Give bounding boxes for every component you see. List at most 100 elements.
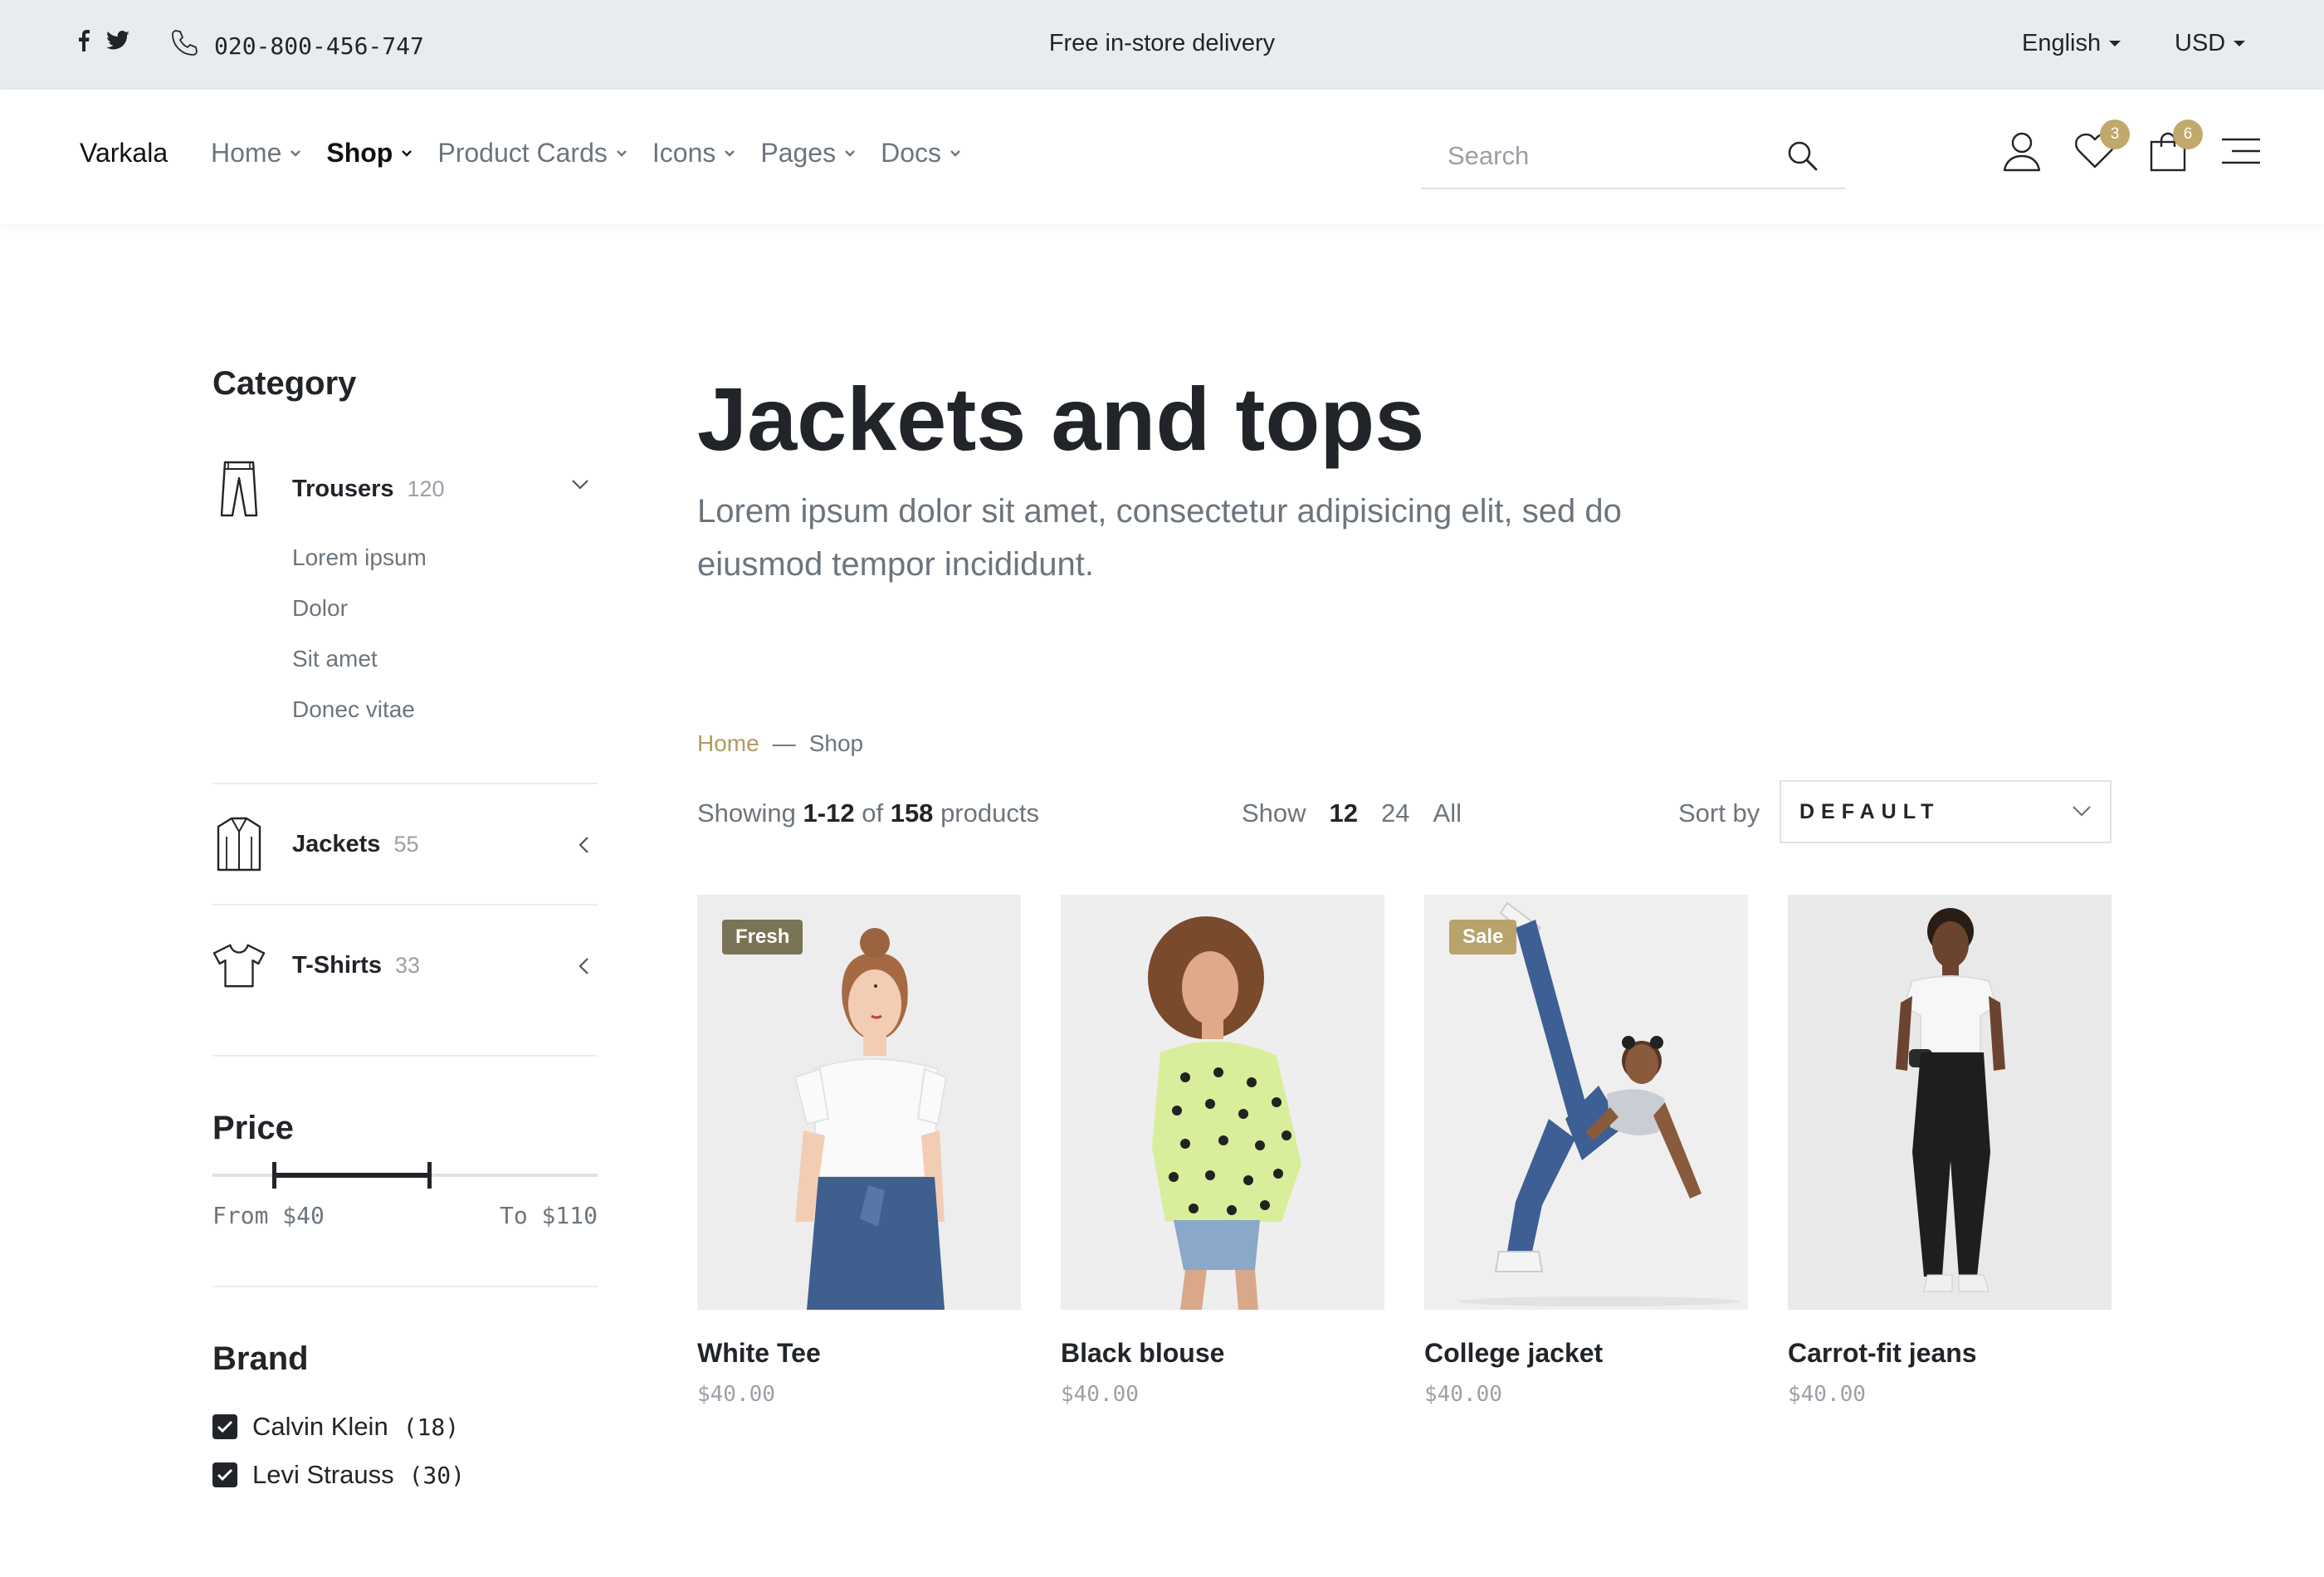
nav-item-docs[interactable]: Docs [881, 138, 961, 168]
product-tag: Sale [1449, 920, 1517, 954]
category-jackets[interactable]: Jackets 55 [212, 817, 598, 872]
product-image[interactable] [1788, 895, 2112, 1310]
subcategory-item[interactable]: Donec vitae [292, 684, 598, 735]
product-card[interactable]: Carrot-fit jeans $40.00 [1788, 895, 2112, 1407]
brand-filter-levi-strauss[interactable]: Levi Strauss (30) [212, 1451, 598, 1499]
nav-label: Home [211, 138, 282, 168]
checkbox-checked[interactable] [212, 1462, 237, 1487]
subcategory-item[interactable]: Sit amet [292, 633, 598, 684]
hamburger-menu-icon [2220, 136, 2262, 170]
sort-label: Sort by [1678, 798, 1760, 828]
brand-count: (30) [408, 1461, 466, 1489]
chevron-down-icon [290, 149, 301, 157]
slider-handle-max[interactable] [427, 1162, 432, 1189]
caret-down-icon [2234, 41, 2246, 46]
main-nav: Home Shop Product Cards Icons Pages Docs [211, 138, 961, 168]
user-account-button[interactable] [2000, 131, 2043, 174]
product-image[interactable]: Sale [1424, 895, 1748, 1310]
phone-contact[interactable]: 020-800-456-747 [169, 28, 424, 64]
checkbox-checked[interactable] [212, 1414, 237, 1439]
show-label: Show [1242, 798, 1306, 828]
tshirt-icon [212, 942, 266, 989]
product-name[interactable]: Carrot-fit jeans [1788, 1338, 2112, 1369]
product-image[interactable] [1061, 895, 1384, 1310]
subcategory-item[interactable]: Dolor [292, 583, 598, 633]
price-from: From $40 [212, 1202, 325, 1229]
page-description: Lorem ipsum dolor sit amet, consectetur … [697, 492, 1622, 583]
show-option-all[interactable]: All [1433, 798, 1462, 828]
product-image[interactable]: Fresh [697, 895, 1021, 1310]
phone-number: 020-800-456-747 [214, 32, 424, 60]
twitter-icon[interactable] [106, 30, 129, 55]
page-size-selector: Show 12 24 All [1242, 798, 1462, 828]
chevron-down-icon [725, 149, 735, 157]
nav-label: Shop [326, 138, 393, 168]
menu-button[interactable] [2219, 131, 2263, 174]
product-price: $40.00 [1788, 1382, 1866, 1407]
brand-count: (18) [403, 1413, 460, 1441]
currency-dropdown[interactable]: USD [2175, 30, 2246, 57]
category-count: 55 [393, 831, 419, 857]
slider-handle-min[interactable] [272, 1162, 276, 1189]
product-card[interactable]: Black blouse $40.00 [1061, 895, 1384, 1407]
chevron-down-icon [845, 149, 855, 157]
nav-label: Pages [760, 138, 837, 168]
brand-logo[interactable]: Varkala [80, 138, 168, 168]
sort-select[interactable]: DEFAULT [1780, 780, 2112, 843]
chevron-down-icon [950, 149, 960, 157]
product-name[interactable]: White Tee [697, 1338, 1021, 1369]
search-input[interactable] [1448, 138, 1780, 174]
subcategory-item[interactable]: Lorem ipsum [292, 532, 598, 583]
breadcrumb-current: Shop [808, 730, 864, 756]
nav-item-icons[interactable]: Icons [652, 138, 735, 168]
social-links [78, 30, 129, 56]
price-labels: From $40 To $110 [212, 1202, 598, 1229]
product-card[interactable]: Sale College jacket $40.00 [1424, 895, 1748, 1407]
wishlist-count-badge: 3 [2100, 120, 2130, 149]
nav-item-pages[interactable]: Pages [760, 138, 856, 168]
category-tshirts[interactable]: T-Shirts 33 [212, 939, 598, 992]
category-name: Trousers [292, 475, 394, 502]
chevron-left-icon[interactable] [578, 957, 589, 979]
cart-count-badge: 6 [2173, 120, 2203, 149]
category-trousers[interactable]: Trousers 120 [212, 447, 598, 530]
brand-heading: Brand [212, 1340, 309, 1377]
show-option-12[interactable]: 12 [1330, 798, 1358, 828]
main-header: Varkala Home Shop Product Cards Icons Pages D… [0, 90, 2324, 224]
product-card[interactable]: Fresh White Tee $40.00 [697, 895, 1021, 1407]
product-name[interactable]: Black blouse [1061, 1338, 1384, 1369]
breadcrumb-home-link[interactable]: Home [697, 730, 759, 757]
breadcrumb-separator: — [772, 730, 796, 756]
search-icon[interactable] [1786, 139, 1819, 177]
trousers-icon [212, 460, 266, 518]
facebook-icon[interactable] [78, 30, 90, 56]
product-price: $40.00 [1424, 1382, 1502, 1407]
category-name: Jackets [292, 830, 381, 857]
nav-label: Product Cards [437, 138, 608, 168]
brand-filter-calvin-klein[interactable]: Calvin Klein (18) [212, 1403, 598, 1451]
product-name[interactable]: College jacket [1424, 1338, 1748, 1369]
chevron-down-icon [617, 149, 627, 157]
chevron-down-icon[interactable] [571, 479, 589, 495]
breadcrumb: Home — Shop [697, 730, 863, 757]
chevron-left-icon[interactable] [578, 836, 589, 858]
sort-value: DEFAULT [1799, 800, 1941, 823]
nav-item-home[interactable]: Home [211, 138, 301, 168]
product-grid: Fresh White Tee $40.00 Black blouse $40.… [697, 895, 2112, 1407]
product-tag: Fresh [722, 920, 803, 954]
cart-button[interactable]: 6 [2146, 120, 2203, 174]
show-option-24[interactable]: 24 [1381, 798, 1409, 828]
user-icon [2002, 130, 2042, 176]
filter-sidebar: Category Trousers 120 Lorem ipsum Dolor … [212, 365, 598, 1499]
price-to: To $110 [499, 1202, 598, 1229]
chevron-down-icon [2072, 805, 2092, 821]
language-dropdown[interactable]: English [2022, 30, 2121, 57]
brand-name: Calvin Klein [252, 1412, 388, 1441]
category-count: 33 [394, 952, 421, 978]
nav-item-product-cards[interactable]: Product Cards [437, 138, 627, 168]
category-heading: Category [212, 365, 357, 402]
wishlist-button[interactable]: 3 [2073, 120, 2130, 174]
listing-toolbar: Showing 1-12 of 158 products Show 12 24 … [697, 780, 2112, 843]
price-range-slider[interactable] [212, 1159, 598, 1192]
nav-item-shop[interactable]: Shop [326, 138, 413, 168]
